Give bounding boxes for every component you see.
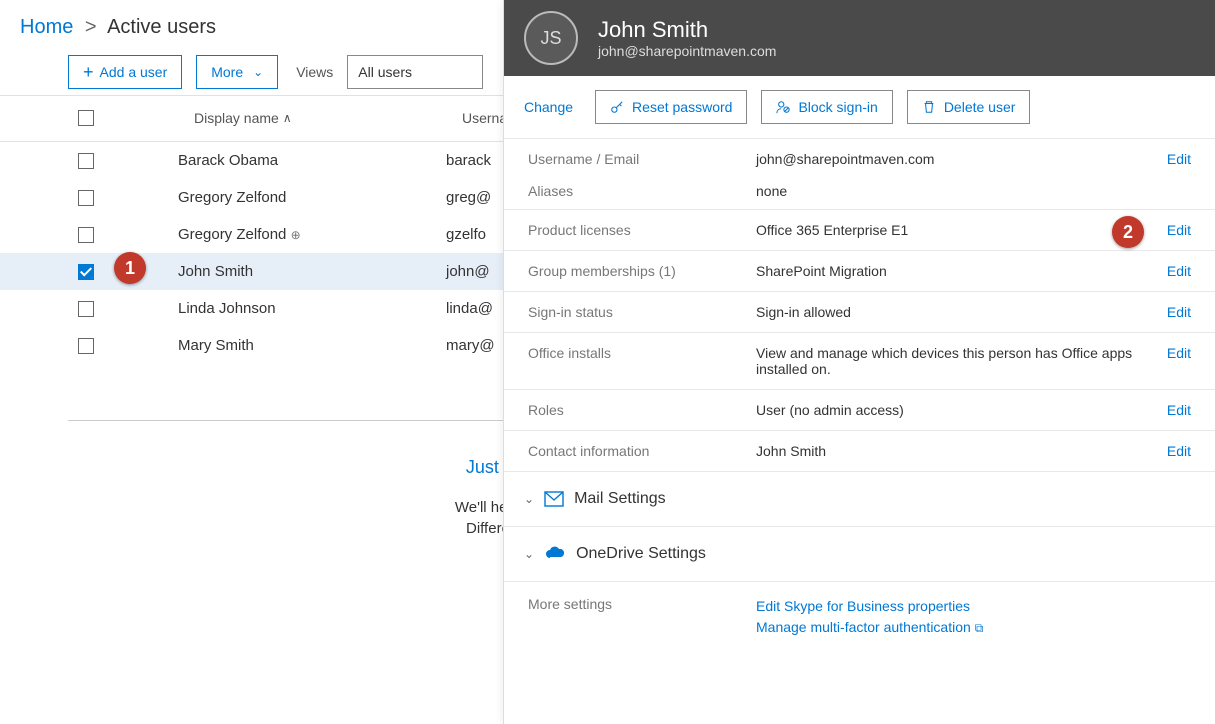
unsync-icon: ⊕ xyxy=(291,228,301,242)
sort-ascending-icon: ∧ xyxy=(283,111,292,125)
views-label: Views xyxy=(296,64,333,80)
add-user-button[interactable]: + Add a user xyxy=(68,55,182,89)
signin-label: Sign-in status xyxy=(528,304,756,320)
delete-user-button[interactable]: Delete user xyxy=(907,90,1031,124)
edit-office[interactable]: Edit xyxy=(1167,345,1191,361)
office-label: Office installs xyxy=(528,345,756,361)
panel-user-email: john@sharepointmaven.com xyxy=(598,43,776,59)
edit-signin[interactable]: Edit xyxy=(1167,304,1191,320)
onedrive-settings-section[interactable]: ⌄ OneDrive Settings xyxy=(504,526,1215,581)
row-checkbox[interactable] xyxy=(78,264,94,280)
callout-badge-1: 1 xyxy=(114,252,146,284)
change-link[interactable]: Change xyxy=(524,99,573,115)
contact-value: John Smith xyxy=(756,443,1167,459)
user-detail-panel: JS John Smith john@sharepointmaven.com C… xyxy=(503,0,1215,724)
plus-icon: + xyxy=(83,65,94,79)
reset-password-button[interactable]: Reset password xyxy=(595,90,747,124)
edit-groups[interactable]: Edit xyxy=(1167,263,1191,279)
row-checkbox[interactable] xyxy=(78,301,94,317)
row-checkbox[interactable] xyxy=(78,153,94,169)
user-username: barack xyxy=(446,152,491,169)
breadcrumb-current: Active users xyxy=(107,16,216,38)
breadcrumb-separator: > xyxy=(85,16,97,38)
user-name: Mary Smith xyxy=(178,337,446,354)
user-username: mary@ xyxy=(446,337,495,354)
aliases-label: Aliases xyxy=(528,183,756,199)
groups-value: SharePoint Migration xyxy=(756,263,1167,279)
user-username: john@ xyxy=(446,263,490,280)
panel-user-name: John Smith xyxy=(598,17,776,43)
user-username: greg@ xyxy=(446,189,491,206)
row-checkbox[interactable] xyxy=(78,338,94,354)
edit-roles[interactable]: Edit xyxy=(1167,402,1191,418)
signin-value: Sign-in allowed xyxy=(756,304,1167,320)
username-value: john@sharepointmaven.com xyxy=(756,151,1167,167)
chevron-down-icon: ⌄ xyxy=(524,492,534,506)
user-username: gzelfo xyxy=(446,226,486,243)
callout-badge-2: 2 xyxy=(1112,216,1144,248)
block-user-icon xyxy=(776,100,790,114)
user-name: Linda Johnson xyxy=(178,300,446,317)
roles-value: User (no admin access) xyxy=(756,402,1167,418)
roles-label: Roles xyxy=(528,402,756,418)
block-signin-button[interactable]: Block sign-in xyxy=(761,90,892,124)
views-select[interactable]: All users xyxy=(347,55,483,89)
trash-icon xyxy=(922,100,936,114)
row-checkbox[interactable] xyxy=(78,190,94,206)
licenses-value: Office 365 Enterprise E1 xyxy=(756,222,1167,238)
edit-username[interactable]: Edit xyxy=(1167,151,1191,167)
more-settings-label: More settings xyxy=(528,596,756,638)
user-username: linda@ xyxy=(446,300,493,317)
avatar: JS xyxy=(524,11,578,65)
office-value: View and manage which devices this perso… xyxy=(756,345,1167,377)
aliases-value: none xyxy=(756,183,1191,199)
groups-label: Group memberships (1) xyxy=(528,263,756,279)
contact-label: Contact information xyxy=(528,443,756,459)
user-name: John Smith xyxy=(178,263,446,280)
row-checkbox[interactable] xyxy=(78,227,94,243)
select-all-checkbox[interactable] xyxy=(78,110,94,126)
external-link-icon: ⧉ xyxy=(975,621,984,635)
mail-settings-section[interactable]: ⌄ Mail Settings xyxy=(504,471,1215,526)
mfa-link[interactable]: Manage multi-factor authentication⧉ xyxy=(756,617,983,638)
column-display-name[interactable]: Display name xyxy=(194,110,279,126)
edit-licenses[interactable]: Edit xyxy=(1167,222,1191,238)
user-name: Gregory Zelfond ⊕ xyxy=(178,226,446,243)
key-icon xyxy=(610,100,624,114)
licenses-label: Product licenses xyxy=(528,222,756,238)
more-button[interactable]: More ⌄ xyxy=(196,55,278,89)
chevron-down-icon: ⌄ xyxy=(524,547,534,561)
mail-icon xyxy=(544,491,564,507)
skype-properties-link[interactable]: Edit Skype for Business properties xyxy=(756,596,983,617)
chevron-down-icon: ⌄ xyxy=(253,65,263,79)
edit-contact[interactable]: Edit xyxy=(1167,443,1191,459)
username-label: Username / Email xyxy=(528,151,756,167)
user-name: Gregory Zelfond xyxy=(178,189,446,206)
onedrive-icon xyxy=(544,546,566,562)
breadcrumb-home[interactable]: Home xyxy=(20,16,73,38)
user-name: Barack Obama xyxy=(178,152,446,169)
